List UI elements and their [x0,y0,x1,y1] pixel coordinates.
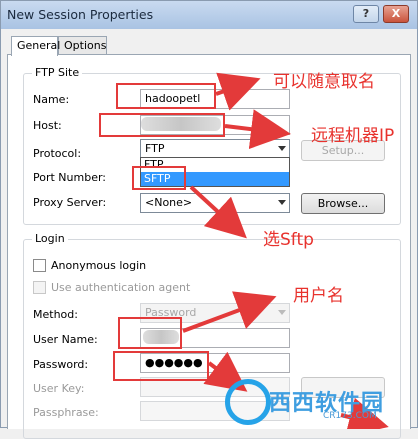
login-legend: Login [32,232,68,245]
sftp-highlight-box [132,166,186,190]
passphrase-label: Passphrase: [33,406,99,419]
username-annotation: 用户名 [293,286,344,306]
username-label: User Name: [33,333,98,346]
anonymous-login-checkbox[interactable] [33,259,46,272]
name-highlight-box [116,83,216,109]
username-highlight-box [118,317,182,349]
close-button[interactable]: X [383,5,409,23]
session-properties-window: New Session Properties ? X General Optio… [0,0,418,439]
chevron-down-icon [278,200,286,205]
chevron-down-icon [278,146,286,151]
watermark: 西西软件园 CR173.COM [223,379,418,429]
proxy-server-select[interactable]: <None> [140,193,290,213]
chevron-down-icon [278,310,286,315]
proxy-server-value: <None> [145,196,193,209]
port-number-label: Port Number: [33,171,107,184]
title-bar: New Session Properties ? X [1,1,417,29]
watermark-url: CR173.COM [323,411,377,421]
name-label: Name: [33,93,70,106]
auth-agent-checkbox[interactable] [33,281,46,294]
protocol-label: Protocol: [33,147,82,160]
method-label: Method: [33,308,78,321]
protocol-annotation: 选Sftp [263,230,314,250]
protocol-select[interactable]: FTP [140,139,290,159]
password-highlight-box [113,351,209,381]
host-annotation: 远程机器IP [311,126,395,146]
tab-options[interactable]: Options [58,36,107,55]
host-highlight-box [99,113,225,137]
watermark-logo-icon [225,379,271,425]
ftp-site-legend: FTP Site [32,66,83,79]
tab-general[interactable]: General [11,36,60,56]
password-label: Password: [33,358,89,371]
protocol-select-value: FTP [145,142,165,155]
proxy-server-label: Proxy Server: [33,196,107,209]
user-key-label: User Key: [33,382,85,395]
name-annotation: 可以随意取名 [273,72,375,92]
host-label: Host: [33,119,62,132]
anonymous-login-label: Anonymous login [51,259,147,272]
browse-button[interactable]: Browse... [301,193,385,214]
auth-agent-label: Use authentication agent [51,281,191,294]
help-button[interactable]: ? [353,5,379,23]
window-title: New Session Properties [7,7,154,22]
